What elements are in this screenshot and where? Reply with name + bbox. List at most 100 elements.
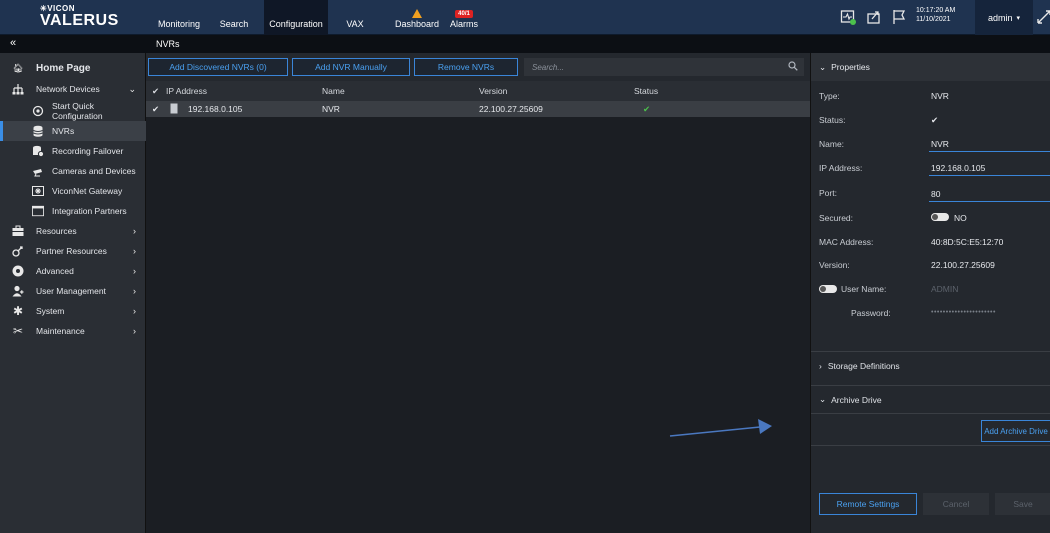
sidebar-item-system[interactable]: ✱ System › (0, 301, 146, 321)
row-checkbox[interactable]: ✔ (152, 104, 159, 115)
failover-icon (32, 145, 44, 157)
divider (811, 445, 1050, 446)
column-name[interactable]: Name (322, 86, 345, 96)
cell-name: NVR (322, 104, 340, 114)
status-ok-icon: ✔ (931, 115, 939, 125)
tab-configuration[interactable]: Configuration (264, 0, 328, 35)
version-label: Version: (819, 260, 850, 270)
sidebar-item-cameras-and-devices[interactable]: Cameras and Devices (0, 161, 146, 181)
top-bar: ✳VICON VALERUS Monitoring Search Configu… (0, 0, 1050, 35)
logo-product: VALERUS (40, 12, 119, 29)
tab-alarms-label: Alarms (449, 19, 478, 29)
type-value: NVR (931, 91, 949, 101)
chevron-right-icon: › (133, 286, 136, 296)
chevron-down-icon: ⌄ (128, 83, 136, 94)
sidebar-item-recording-failover[interactable]: Recording Failover (0, 141, 146, 161)
clock-date: 11/10/2021 (916, 16, 951, 23)
sidebar-item-label: Home Page (36, 62, 91, 74)
search-input[interactable]: Search... (524, 58, 804, 76)
ip-field-underline (929, 175, 1050, 176)
search-icon[interactable] (788, 61, 798, 73)
sidebar-item-nvrs[interactable]: NVRs (0, 121, 146, 141)
tab-search-label: Search (219, 19, 249, 29)
warning-icon (412, 9, 422, 18)
sidebar-item-label: Partner Resources (36, 246, 107, 256)
sidebar-item-label: NVRs (52, 126, 75, 136)
column-status[interactable]: Status (634, 86, 658, 96)
tab-vax-label: VAX (346, 19, 364, 29)
toolbar: Add Discovered NVRs (0) Add NVR Manually… (146, 53, 810, 81)
secured-label: Secured: (819, 213, 854, 223)
sidebar-item-maintenance[interactable]: ✂ Maintenance › (0, 321, 146, 341)
storage-definitions-section[interactable]: › Storage Definitions (811, 351, 1050, 379)
column-ip-address[interactable]: IP Address (166, 86, 207, 96)
tab-vax[interactable]: VAX (340, 0, 370, 35)
annotation-arrow-icon (669, 419, 772, 437)
sidebar-item-network-devices[interactable]: Network Devices ⌄ (0, 79, 146, 99)
remote-settings-button[interactable]: Remote Settings (819, 493, 917, 515)
sidebar-item-advanced[interactable]: Advanced › (0, 261, 146, 281)
port-field[interactable]: 80 (931, 189, 940, 199)
save-button[interactable]: Save (995, 493, 1050, 515)
chevron-down-icon: ⌄ (819, 61, 827, 72)
chevron-right-icon: › (819, 360, 822, 371)
sidebar-item-start-quick-configuration[interactable]: Start Quick Configuration (0, 101, 146, 121)
nvr-list-panel: Add Discovered NVRs (0) Add NVR Manually… (146, 53, 810, 533)
chevron-down-icon: ▾ (1016, 14, 1021, 22)
status-ok-icon: ✔ (643, 104, 651, 114)
cell-version: 22.100.27.25609 (479, 104, 543, 114)
expand-icon[interactable] (1036, 9, 1050, 25)
remove-nvrs-button[interactable]: Remove NVRs (414, 58, 518, 76)
selection-indicator (0, 121, 3, 141)
secured-toggle[interactable] (931, 213, 949, 221)
sidebar-item-viconnet-gateway[interactable]: ViconNet Gateway (0, 181, 146, 201)
sidebar-item-integration-partners[interactable]: Integration Partners (0, 201, 146, 221)
sidebar: 🏠︎ Home Page Network Devices ⌄ Start Qui… (0, 53, 146, 533)
password-field[interactable]: •••••••••••••••••••••• (931, 309, 996, 316)
tab-monitoring[interactable]: Monitoring (152, 0, 206, 35)
select-all-checkbox[interactable]: ✔ (152, 86, 159, 97)
name-label: Name: (819, 139, 845, 149)
sidebar-item-home[interactable]: 🏠︎ Home Page (0, 58, 146, 78)
column-version[interactable]: Version (479, 86, 507, 96)
user-name-field[interactable]: ADMIN (931, 284, 958, 294)
advanced-icon (12, 265, 24, 277)
sidebar-item-partner-resources[interactable]: Partner Resources › (0, 241, 146, 261)
tab-monitoring-label: Monitoring (157, 19, 201, 29)
chevron-down-icon: ⌄ (819, 394, 827, 404)
mac-address-value: 40:8D:5C:E5:12:70 (931, 237, 1004, 247)
name-field-underline (929, 151, 1050, 152)
archive-drive-section[interactable]: ⌄ Archive Drive (811, 385, 1050, 413)
properties-header[interactable]: ⌄ Properties (811, 53, 1050, 81)
sidebar-item-label: System (36, 306, 65, 316)
sidebar-item-user-management[interactable]: User Management › (0, 281, 146, 301)
table-row[interactable]: ✔ 192.168.0.105 NVR 22.100.27.25609 ✔ (146, 101, 810, 117)
sidebar-item-label: Cameras and Devices (52, 166, 136, 176)
user-name-toggle[interactable] (819, 285, 837, 293)
sidebar-item-label: Start Quick Configuration (52, 101, 103, 121)
gear-icon: ✱ (12, 304, 24, 318)
export-icon[interactable] (866, 9, 882, 25)
tab-configuration-label: Configuration (269, 19, 323, 29)
cancel-button[interactable]: Cancel (923, 493, 989, 515)
user-menu-button[interactable]: admin ▾ (975, 0, 1033, 35)
add-archive-drive-button[interactable]: Add Archive Drive (981, 420, 1050, 442)
sidebar-item-resources[interactable]: Resources › (0, 221, 146, 241)
flag-icon[interactable] (891, 9, 907, 25)
storage-definitions-title: Storage Definitions (827, 360, 900, 371)
home-icon: 🏠︎ (12, 62, 24, 73)
ip-address-field[interactable]: 192.168.0.105 (931, 163, 985, 173)
health-monitor-icon[interactable] (840, 9, 856, 25)
sidebar-item-label: Resources (36, 226, 77, 236)
tab-alarms[interactable]: 40/1 Alarms (446, 0, 482, 35)
add-discovered-nvrs-button[interactable]: Add Discovered NVRs (0) (148, 58, 288, 76)
clock-time: 10:17:20 AM (916, 7, 956, 14)
tab-search[interactable]: Search (214, 0, 254, 35)
table-header: ✔ IP Address Name Version Status (146, 81, 810, 101)
tab-dashboard[interactable]: Dashboard (392, 0, 442, 35)
add-nvr-manually-button[interactable]: Add NVR Manually (292, 58, 410, 76)
collapse-sidebar-icon[interactable]: « (10, 37, 16, 49)
sidebar-item-label: User Management (36, 286, 106, 296)
name-field[interactable]: NVR (931, 139, 949, 149)
chevron-right-icon: › (133, 226, 136, 236)
